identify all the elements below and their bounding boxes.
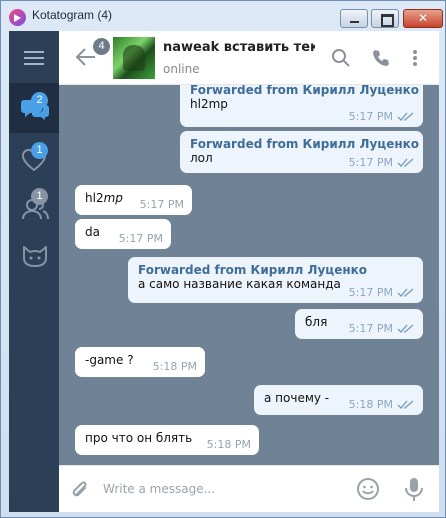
app-window: Kotatogram (4) ✕ 2 1 1 4 naweak вставить… — [0, 0, 446, 518]
more-options-icon[interactable] — [405, 48, 425, 68]
maximize-button[interactable] — [371, 9, 399, 28]
close-button[interactable]: ✕ — [403, 9, 443, 28]
message-time: 5:18 PM — [152, 360, 197, 373]
close-icon: ✕ — [417, 11, 429, 25]
message-bubble[interactable]: бля 5:17 PM — [295, 309, 423, 339]
message-time: 5:17 PM — [348, 156, 393, 169]
sidebar-item-contacts[interactable]: 1 — [9, 183, 59, 233]
chats-unread-badge: 2 — [31, 92, 48, 109]
cat-icon — [23, 246, 47, 267]
message-bubble[interactable]: про что он блять 5:18 PM — [75, 425, 259, 455]
search-icon[interactable] — [331, 48, 351, 68]
message-bubble[interactable]: Forwarded from Кирилл Луценко а само наз… — [128, 257, 423, 303]
message-time: 5:17 PM — [139, 198, 184, 211]
message-bubble[interactable]: da 5:17 PM — [75, 219, 171, 249]
emoji-icon[interactable] — [356, 477, 380, 501]
favorites-unread-badge: 1 — [31, 142, 48, 159]
message-time: 5:17 PM — [348, 110, 393, 123]
message-bubble[interactable]: а почему - 5:18 PM — [254, 385, 423, 415]
chat-header: 4 naweak вставить тек... online — [59, 31, 439, 85]
forwarded-from-label[interactable]: Forwarded from Кирилл Луценко — [138, 263, 413, 277]
read-ticks-icon — [397, 324, 414, 333]
phone-icon[interactable] — [371, 48, 391, 68]
microphone-icon[interactable] — [404, 477, 424, 503]
read-ticks-icon — [397, 158, 414, 167]
sidebar-item-bots[interactable] — [9, 229, 59, 279]
message-bubble[interactable]: Forwarded from Кирилл Луценко hl2mp 5:17… — [180, 85, 423, 127]
folders-sidebar: 2 1 1 — [9, 31, 59, 512]
sidebar-item-chats[interactable]: 2 — [9, 83, 59, 133]
message-time: 5:17 PM — [348, 322, 393, 335]
kotatogram-logo-icon — [9, 9, 26, 26]
message-text: hl2mp — [190, 97, 228, 111]
contacts-unread-badge: 1 — [31, 188, 48, 205]
message-bubble[interactable]: hl2mp 5:17 PM — [75, 185, 192, 215]
read-ticks-icon — [397, 288, 414, 297]
read-ticks-icon — [397, 112, 414, 121]
attach-icon[interactable] — [69, 478, 91, 502]
title-bar[interactable]: Kotatogram (4) ✕ — [1, 1, 446, 31]
message-bubble[interactable]: -game ? 5:18 PM — [75, 347, 205, 377]
minimize-button[interactable] — [340, 9, 368, 28]
chat-title[interactable]: naweak вставить тек... — [163, 40, 315, 55]
chat-avatar[interactable] — [113, 37, 155, 79]
forwarded-from-label[interactable]: Forwarded from Кирилл Луценко — [190, 137, 419, 151]
message-time: 5:17 PM — [118, 232, 163, 245]
message-bubble[interactable]: Forwarded from Кирилл Луценко лол 5:17 P… — [180, 131, 423, 173]
forwarded-from-label[interactable]: Forwarded from Кирилл Луценко — [190, 85, 419, 97]
message-time: 5:17 PM — [348, 286, 393, 299]
sidebar-item-favorites[interactable]: 1 — [9, 135, 59, 185]
message-composer — [59, 465, 439, 512]
chat-status: online — [163, 62, 200, 76]
message-input[interactable] — [103, 477, 343, 501]
menu-button[interactable] — [24, 51, 44, 65]
unread-count-badge: 4 — [93, 38, 110, 55]
message-time: 5:18 PM — [348, 398, 393, 411]
read-ticks-icon — [397, 400, 414, 409]
window-title: Kotatogram (4) — [32, 8, 113, 22]
message-time: 5:18 PM — [206, 438, 251, 451]
message-history[interactable]: Forwarded from Кирилл Луценко hl2mp 5:17… — [59, 85, 439, 465]
